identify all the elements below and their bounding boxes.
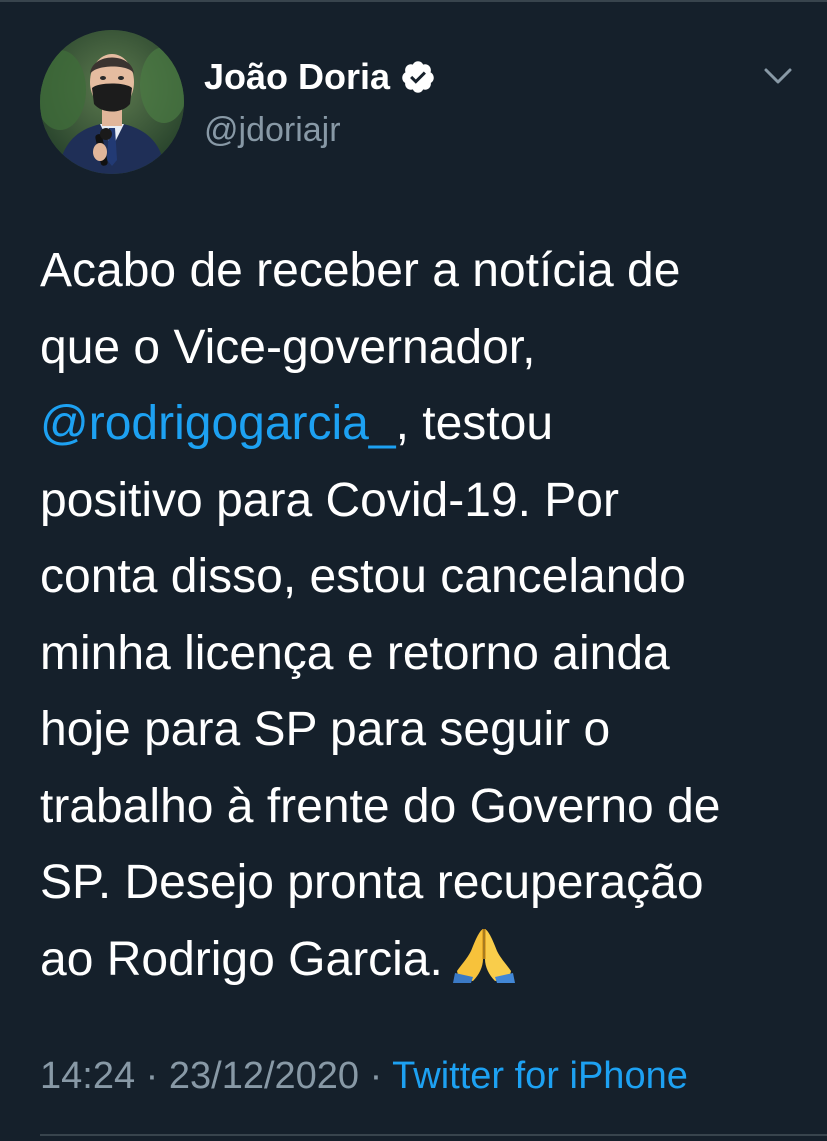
tweet-text-line: trabalho à frente do Governo de: [40, 779, 721, 833]
tweet-text-segment: , testou: [395, 397, 554, 450]
tweet-date[interactable]: 23/12/2020: [169, 1055, 359, 1097]
tweet-text-line: SP. Desejo pronta recuperação: [40, 856, 704, 909]
tweet-detail: João Doria @jdoriajr Acabo de receber a …: [0, 0, 827, 1141]
folded-hands-emoji-icon: [452, 925, 515, 983]
tweet-text-line: positivo para Covid-19. Por: [40, 473, 619, 527]
display-name-row: João Doria: [204, 54, 436, 100]
bottom-divider: [40, 1134, 827, 1136]
meta-separator: ·: [145, 1055, 159, 1097]
tweet-text-line: Acabo de receber a notícia de: [40, 244, 681, 297]
handle[interactable]: @jdoriajr: [204, 108, 436, 152]
tweet-text-line: minha licença e retorno ainda: [40, 626, 670, 680]
chevron-down-icon[interactable]: [762, 62, 794, 90]
tweet-time[interactable]: 14:24: [40, 1055, 135, 1097]
meta-separator: ·: [369, 1055, 383, 1097]
tweet-meta: 14:24 · 23/12/2020 · Twitter for iPhone: [40, 1052, 688, 1100]
tweet-text-line: conta disso, estou cancelando: [40, 550, 686, 603]
author-info[interactable]: João Doria @jdoriajr: [204, 54, 436, 152]
verified-badge-icon: [400, 59, 436, 95]
avatar[interactable]: [40, 30, 184, 174]
mention-link[interactable]: @rodrigogarcia_: [40, 397, 396, 450]
tweet-source-link[interactable]: Twitter for iPhone: [392, 1055, 688, 1097]
tweet-text-line: @rodrigogarcia_, testou: [40, 386, 800, 463]
display-name[interactable]: João Doria: [204, 54, 390, 100]
tweet-text-line: ao Rodrigo Garcia.: [40, 922, 800, 999]
avatar-photo: [40, 30, 184, 174]
tweet-text-line: hoje para SP para seguir o: [40, 703, 611, 756]
tweet-text: Acabo de receber a notícia de que o Vice…: [40, 233, 800, 998]
tweet-text-line: que o Vice-governador,: [40, 320, 536, 374]
tweet-text-segment: ao Rodrigo Garcia.: [40, 932, 443, 986]
